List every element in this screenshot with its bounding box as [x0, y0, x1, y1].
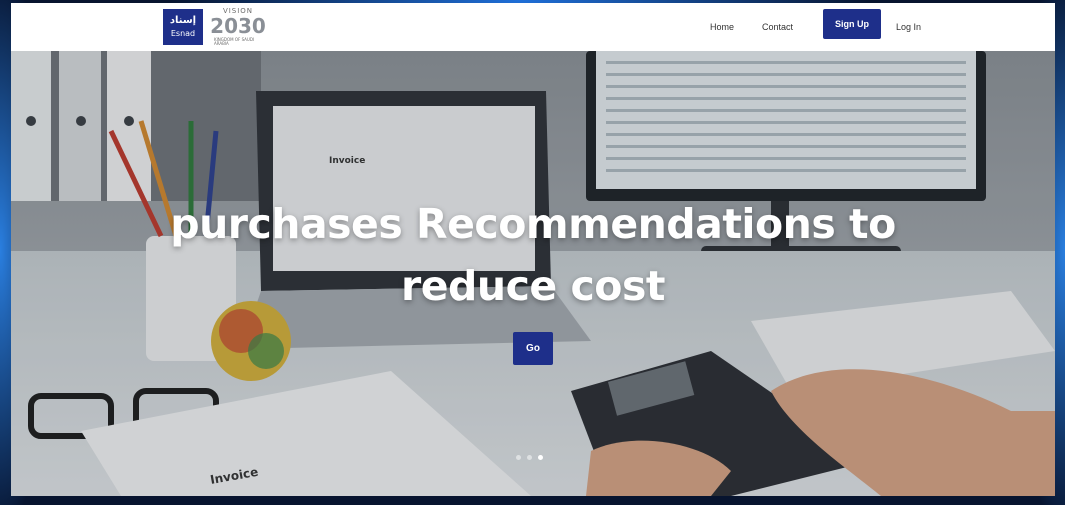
vision-2030-logo: VISION 2030 KINGDOM OF SAUDI ARABIA: [210, 8, 266, 48]
carousel-dot-3[interactable]: [538, 455, 543, 460]
carousel-dot-1[interactable]: [516, 455, 521, 460]
vision-subtitle: KINGDOM OF SAUDI ARABIA: [214, 37, 255, 46]
esnad-logo-english: Esnad: [170, 29, 196, 38]
nav-contact-link[interactable]: Contact: [762, 3, 793, 51]
hero-title-line-1: purchases Recommendations to: [170, 200, 896, 248]
browser-viewport: إسناد Esnad VISION 2030 KINGDOM OF SAUDI…: [11, 3, 1055, 496]
site-header: إسناد Esnad VISION 2030 KINGDOM OF SAUDI…: [11, 3, 1055, 52]
esnad-logo-arabic: إسناد: [169, 15, 197, 26]
hero-title: purchases Recommendations to reduce cost: [11, 193, 1055, 317]
go-button[interactable]: Go: [513, 332, 553, 365]
carousel-indicators: [516, 455, 543, 460]
esnad-logo[interactable]: إسناد Esnad: [163, 9, 203, 45]
nav-login-link[interactable]: Log In: [896, 3, 921, 51]
hero-carousel: Invoice Invoice purchases Recommendation…: [11, 51, 1055, 496]
vision-year: 2030: [210, 14, 266, 38]
hero-title-line-2: reduce cost: [401, 262, 665, 310]
sign-up-button[interactable]: Sign Up: [823, 9, 881, 39]
nav-home-link[interactable]: Home: [710, 3, 734, 51]
carousel-dot-2[interactable]: [527, 455, 532, 460]
